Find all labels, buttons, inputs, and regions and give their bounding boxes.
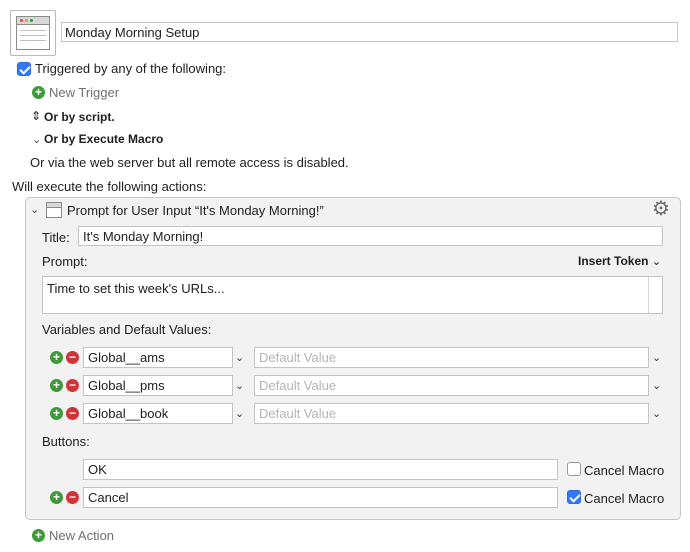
prompt-window-icon	[46, 202, 62, 218]
variable-name-field[interactable]: Global__ams	[83, 347, 233, 368]
variable-dropdown-chevron-icon[interactable]: ⌄	[235, 351, 244, 364]
remove-variable-icon[interactable]: −	[66, 351, 79, 364]
prompt-textarea[interactable]: Time to set this week's URLs...	[42, 276, 663, 314]
new-trigger-link[interactable]: New Trigger	[49, 85, 119, 100]
or-by-execute-macro-label[interactable]: Or by Execute Macro	[44, 132, 163, 146]
button-name-field[interactable]: OK	[83, 459, 558, 480]
new-action-plus-icon[interactable]: +	[32, 529, 45, 542]
default-value-field[interactable]: Default Value	[254, 347, 649, 368]
remove-variable-icon[interactable]: −	[66, 379, 79, 392]
insert-token-menu[interactable]: Insert Token ⌄	[578, 254, 661, 268]
chevron-down-icon: ⌄	[651, 256, 662, 268]
add-variable-icon[interactable]: +	[50, 379, 63, 392]
remove-button-icon[interactable]: −	[66, 491, 79, 504]
default-value-field[interactable]: Default Value	[254, 403, 649, 424]
new-trigger-plus-icon[interactable]: +	[32, 86, 45, 99]
add-button-icon[interactable]: +	[50, 491, 63, 504]
triggered-label: Triggered by any of the following:	[35, 61, 227, 76]
remove-variable-icon[interactable]: −	[66, 407, 79, 420]
window-icon	[16, 16, 50, 50]
or-by-script-label[interactable]: Or by script.	[44, 110, 115, 124]
cancel-macro-checkbox[interactable]	[567, 462, 581, 476]
cancel-macro-label: Cancel Macro	[584, 491, 665, 506]
collapse-chevron-icon[interactable]: ⌄	[30, 203, 39, 216]
textarea-scrollbar[interactable]	[648, 277, 649, 313]
macro-icon[interactable]	[10, 10, 56, 56]
chevron-down-icon[interactable]: ⌄	[32, 133, 41, 146]
default-value-field[interactable]: Default Value	[254, 375, 649, 396]
variable-name-field[interactable]: Global__book	[83, 403, 233, 424]
button-name-field[interactable]: Cancel	[83, 487, 558, 508]
cancel-macro-label: Cancel Macro	[584, 463, 665, 478]
insert-token-label: Insert Token	[578, 254, 649, 268]
cancel-macro-checkbox[interactable]	[567, 490, 581, 504]
new-action-link[interactable]: New Action	[49, 528, 114, 543]
web-server-text: Or via the web server but all remote acc…	[30, 155, 349, 170]
variable-dropdown-chevron-icon[interactable]: ⌄	[235, 407, 244, 420]
gear-icon[interactable]: ⚙	[652, 199, 670, 219]
variable-dropdown-chevron-icon[interactable]: ⌄	[235, 379, 244, 392]
macro-name-field[interactable]: Monday Morning Setup	[61, 22, 678, 42]
title-label: Title:	[42, 230, 70, 245]
add-variable-icon[interactable]: +	[50, 351, 63, 364]
variables-label: Variables and Default Values:	[42, 322, 212, 337]
updown-chevron-icon[interactable]: ⇕	[31, 109, 41, 123]
prompt-label: Prompt:	[42, 254, 88, 269]
variable-name-field[interactable]: Global__pms	[83, 375, 233, 396]
action-title: Prompt for User Input “It's Monday Morni…	[67, 203, 324, 218]
buttons-label: Buttons:	[42, 434, 90, 449]
actions-heading: Will execute the following actions:	[12, 179, 207, 194]
default-dropdown-chevron-icon[interactable]: ⌄	[652, 351, 661, 364]
title-input[interactable]: It's Monday Morning!	[78, 226, 663, 246]
triggered-checkbox[interactable]	[17, 62, 31, 76]
default-dropdown-chevron-icon[interactable]: ⌄	[652, 407, 661, 420]
add-variable-icon[interactable]: +	[50, 407, 63, 420]
default-dropdown-chevron-icon[interactable]: ⌄	[652, 379, 661, 392]
